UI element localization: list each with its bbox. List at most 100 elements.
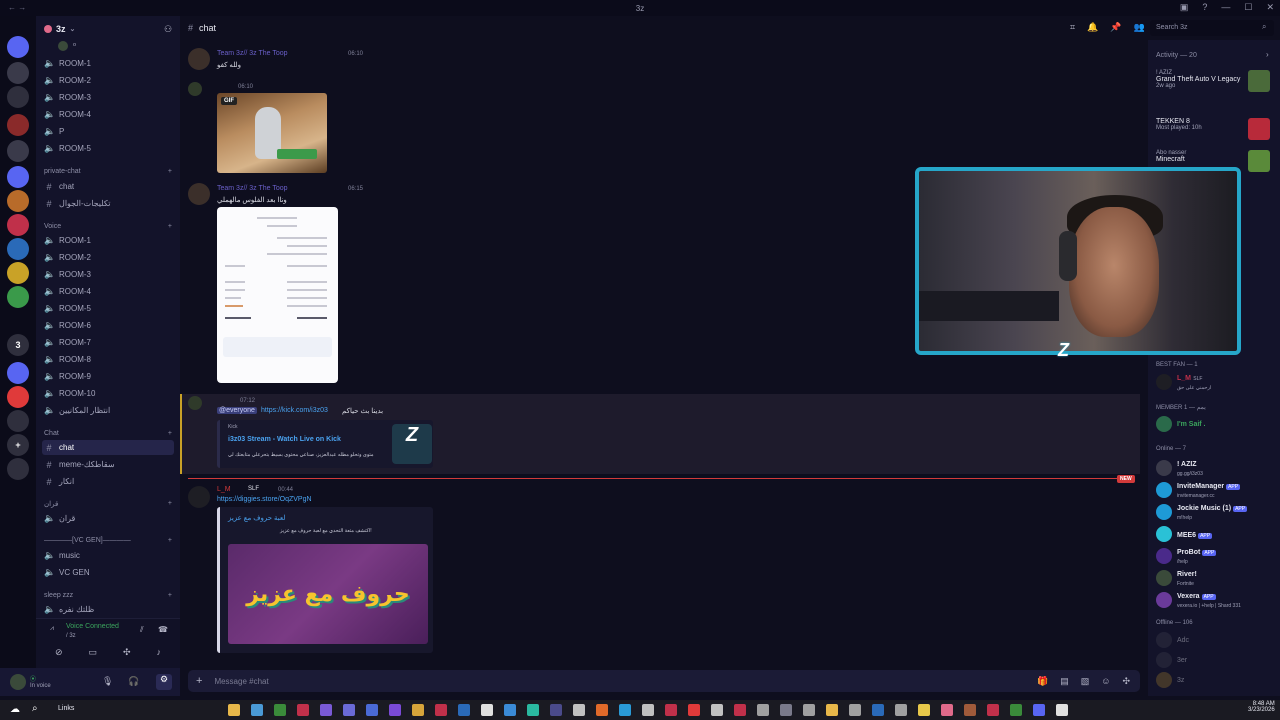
taskbar-app-icon[interactable] <box>343 704 355 716</box>
server-icon[interactable] <box>7 262 29 284</box>
member-item[interactable]: River! Fortnite <box>1156 568 1280 588</box>
channel-item[interactable]: 🔈 ROOM-2 <box>42 250 174 265</box>
taskbar-app-icon[interactable] <box>366 704 378 716</box>
server-icon[interactable] <box>7 286 29 308</box>
channel-item[interactable]: 🔈 ROOM-1 <box>42 233 174 248</box>
taskbar-app-icon[interactable] <box>274 704 286 716</box>
server-icon[interactable] <box>7 238 29 260</box>
channel-sleep[interactable]: 🔈 ظلتك نفره <box>42 602 174 617</box>
channel-item[interactable]: 🔈 ROOM-7 <box>42 335 174 350</box>
member-item[interactable]: Adc <box>1156 630 1280 650</box>
window-controls[interactable]: ▣ ? — ☐ ✕ <box>1180 2 1274 13</box>
server-icon[interactable]: + <box>7 434 29 456</box>
headphones-icon[interactable]: 🎧 <box>128 676 139 687</box>
embed-title[interactable]: لعبة حروف مع عزيز <box>228 514 285 522</box>
channel-item[interactable]: 🔈 ROOM-4 <box>42 284 174 299</box>
plus-icon[interactable]: + <box>196 675 202 687</box>
taskbar-app-icon[interactable] <box>573 704 585 716</box>
taskbar-app-icon[interactable] <box>964 704 976 716</box>
widgets-icon[interactable]: ☁ <box>10 704 20 715</box>
taskbar-app-icon[interactable] <box>1056 704 1068 716</box>
channel-item[interactable]: 🔈 انتظار المكانيين <box>42 403 174 418</box>
server-icon[interactable] <box>7 214 29 236</box>
channel-item[interactable]: 🔈 ROOM-10 <box>42 386 174 401</box>
search-icon[interactable]: ⌕ <box>32 703 38 714</box>
member-item[interactable]: InviteManager APP invitemanager.cc <box>1156 480 1280 500</box>
message-author[interactable]: Team 3z// 3z The Toop <box>217 185 288 192</box>
avatar[interactable] <box>10 674 26 690</box>
server-icon[interactable] <box>7 114 29 136</box>
inbox-icon[interactable]: ▣ <box>1180 2 1189 13</box>
clock[interactable]: 8:48 AM 3/23/2026 <box>1248 701 1275 713</box>
channel-item[interactable]: # انكار <box>42 474 174 489</box>
channel-item[interactable]: 🔈 ROOM-5 <box>42 141 174 156</box>
plus-icon[interactable]: + <box>168 430 172 437</box>
channel-item[interactable]: 🔈 ROOM-6 <box>42 318 174 333</box>
members-icon[interactable]: 👥 <box>1134 22 1145 33</box>
message-composer[interactable]: + Message #chat 🎁 ▤ ▧ ☺ ✣ <box>188 670 1140 692</box>
taskbar-app-icon[interactable] <box>734 704 746 716</box>
server-header[interactable]: 3z ⌄ <box>44 22 176 36</box>
taskbar-app-icon[interactable] <box>228 704 240 716</box>
taskbar-app-icon[interactable] <box>757 704 769 716</box>
taskbar-app-icon[interactable] <box>665 704 677 716</box>
category-private-chat[interactable]: private-chat + <box>44 168 172 175</box>
plus-icon[interactable]: + <box>168 223 172 230</box>
taskbar-app-icon[interactable] <box>435 704 447 716</box>
taskbar-app-icon[interactable] <box>481 704 493 716</box>
server-icon[interactable] <box>7 140 29 162</box>
embed-thumbnail[interactable]: Z <box>392 424 432 464</box>
taskbar-app-icon[interactable] <box>1010 704 1022 716</box>
taskbar-app-icon[interactable] <box>504 704 516 716</box>
taskbar-app-icon[interactable] <box>251 704 263 716</box>
server-icon[interactable] <box>7 166 29 188</box>
category-sleep[interactable]: sleep zzz + <box>44 592 172 599</box>
server-icon[interactable] <box>7 190 29 212</box>
avatar[interactable] <box>188 183 210 205</box>
receipt-image[interactable] <box>217 207 338 383</box>
category-voice[interactable]: Voice + <box>44 223 172 230</box>
taskbar-app-icon[interactable] <box>688 704 700 716</box>
taskbar-app-icon[interactable] <box>711 704 723 716</box>
activities-icon[interactable]: ✣ <box>123 647 131 663</box>
links-label[interactable]: Links <box>58 705 74 712</box>
everyone-mention[interactable]: @everyone <box>217 407 257 414</box>
soundboard-icon[interactable]: ♪ <box>157 647 162 663</box>
taskbar-app-icon[interactable] <box>458 704 470 716</box>
server-icon[interactable] <box>7 36 29 58</box>
channel-item[interactable]: 🔈 ROOM-1 <box>42 56 174 71</box>
channel-item[interactable]: 🔈 ROOM-9 <box>42 369 174 384</box>
channel-item[interactable]: 🔈 ROOM-5 <box>42 301 174 316</box>
taskbar-app-icon[interactable] <box>1033 704 1045 716</box>
message-link[interactable]: https://diggies.store/OqZVPgN <box>217 496 312 503</box>
disconnect-icon[interactable]: ☎ <box>158 625 168 634</box>
search-input[interactable]: Search 3z <box>1150 20 1274 36</box>
taskbar-app-icon[interactable] <box>918 704 930 716</box>
server-icon[interactable] <box>7 386 29 408</box>
gif-icon[interactable]: ▤ <box>1060 676 1069 687</box>
taskbar-app-icon[interactable] <box>849 704 861 716</box>
taskbar-app-icon[interactable] <box>941 704 953 716</box>
channel-item[interactable]: # تكليجات-الجوال <box>42 196 174 211</box>
apps-icon[interactable]: ✣ <box>1122 676 1130 687</box>
member-item[interactable]: ! AZIZ gg.gg/i3z03 <box>1156 458 1280 478</box>
server-icon[interactable] <box>7 362 29 384</box>
channel-item[interactable]: # meme-سقاطكك <box>42 457 174 472</box>
taskbar-app-icon[interactable] <box>642 704 654 716</box>
channel-item[interactable]: 🔈 ROOM-3 <box>42 267 174 282</box>
channel-item[interactable]: 🔈 P <box>42 124 174 139</box>
top-channel[interactable]: ᵒ <box>56 38 188 53</box>
add-member-icon[interactable]: ⚇ <box>164 24 172 35</box>
avatar[interactable] <box>188 48 210 70</box>
taskbar-app-icon[interactable] <box>872 704 884 716</box>
member-item[interactable]: Vexera APP vexera.io | +help | Shard 331 <box>1156 590 1280 610</box>
category-chat[interactable]: Chat + <box>44 430 172 437</box>
plus-icon[interactable]: + <box>168 168 172 175</box>
server-icon[interactable] <box>7 458 29 480</box>
minimize-icon[interactable]: — <box>1221 2 1230 13</box>
sticker-icon[interactable]: ▧ <box>1081 676 1090 687</box>
camera-off-icon[interactable]: ⊘ <box>55 647 63 663</box>
plus-icon[interactable]: + <box>168 500 172 508</box>
taskbar-app-icon[interactable] <box>527 704 539 716</box>
gift-icon[interactable]: 🎁 <box>1037 676 1048 687</box>
